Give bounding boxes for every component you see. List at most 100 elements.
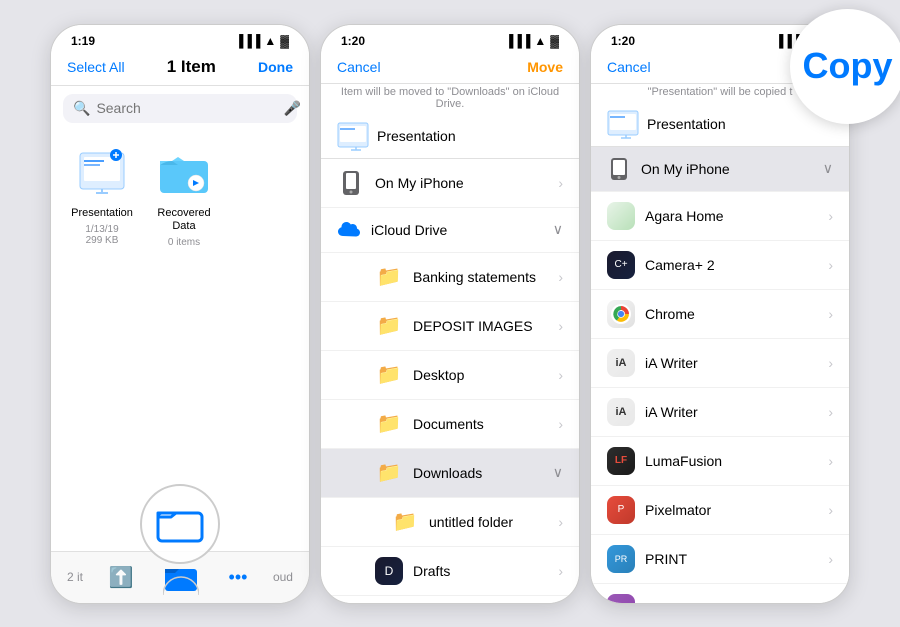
- signal-icon2: ▐▐▐: [505, 34, 531, 48]
- aqara-label: Agara Home: [645, 208, 828, 224]
- chevron-right-icon5: ›: [558, 416, 563, 432]
- ia2-row[interactable]: iA iA Writer ›: [591, 388, 849, 437]
- file-item-recovered[interactable]: RecoveredData 0 items: [149, 143, 219, 539]
- on-my-iphone-row[interactable]: On My iPhone ›: [321, 159, 579, 208]
- battery-icon2: ▓: [550, 34, 559, 48]
- cancel-button-3[interactable]: Cancel: [607, 59, 651, 75]
- downloads-row[interactable]: 📁 Downloads ∨: [321, 449, 579, 498]
- move-hint: Item will be moved to "Downloads" on iCl…: [321, 84, 579, 114]
- folder-untitled-icon: 📁: [391, 508, 419, 536]
- camera-icon: C+: [607, 251, 635, 279]
- phone3-file-name: Presentation: [647, 116, 726, 132]
- signal-icon: ▐▐▐: [235, 34, 261, 48]
- file-item-presentation[interactable]: Presentation 1/13/19299 KB: [67, 143, 137, 539]
- luma-label: LumaFusion: [645, 453, 828, 469]
- phone2-nav-bar: Cancel Move: [321, 53, 579, 84]
- untitled-folder-label: untitled folder: [429, 514, 558, 530]
- phone3-wrapper: 1:20 ▐▐▐ ▲ ▓ Cancel "Presentation" will …: [590, 24, 850, 604]
- cancel-button-2[interactable]: Cancel: [337, 59, 381, 75]
- battery-icon: ▓: [280, 34, 289, 48]
- deposit-row[interactable]: 📁 DEPOSIT IMAGES ›: [321, 302, 579, 351]
- wifi-icon2: ▲: [534, 34, 546, 48]
- on-my-iphone-section3[interactable]: On My iPhone ∨: [591, 147, 849, 192]
- banking-label: Banking statements: [413, 269, 558, 285]
- chevron-right-icon: ›: [558, 175, 563, 191]
- ia1-row[interactable]: iA iA Writer ›: [591, 339, 849, 388]
- pixelmator-label: Pixelmator: [645, 502, 828, 518]
- documents-row[interactable]: 📁 Documents ›: [321, 400, 579, 449]
- chevron-right-icon7: ›: [558, 563, 563, 579]
- folder-deposit-icon: 📁: [375, 312, 403, 340]
- share-icon[interactable]: ⬆️: [109, 565, 134, 590]
- presentation-filename: Presentation: [71, 207, 133, 220]
- luma-row[interactable]: LF LumaFusion ›: [591, 437, 849, 486]
- select-all-button[interactable]: Select All: [67, 59, 125, 75]
- iphone-icon-2: [337, 169, 365, 197]
- on-my-iphone-label3: On My iPhone: [641, 161, 823, 177]
- phone2: 1:20 ▐▐▐ ▲ ▓ Cancel Move Item will be mo…: [320, 24, 580, 604]
- rc-label: Reality Composer: [645, 600, 828, 603]
- rc-row[interactable]: RC Reality Composer ›: [591, 584, 849, 603]
- luma-icon: LF: [607, 447, 635, 475]
- drafts-row[interactable]: D Drafts ›: [321, 547, 579, 596]
- chevron-down-icon3: ∨: [823, 160, 833, 177]
- camera-label: Camera+ 2: [645, 257, 828, 273]
- iphone-icon3: [607, 157, 631, 181]
- rc-icon: RC: [607, 594, 635, 603]
- wifi-icon: ▲: [264, 34, 276, 48]
- chevron-down-icon: ∨: [553, 221, 563, 238]
- item-count-status: 2 it: [67, 570, 83, 584]
- more-icon[interactable]: •••: [229, 567, 248, 588]
- recovered-folder-icon: [154, 143, 214, 203]
- documents-label: Documents: [413, 416, 558, 432]
- aqara-row[interactable]: Agara Home ›: [591, 192, 849, 241]
- pixelmator-row[interactable]: P Pixelmator ›: [591, 486, 849, 535]
- phone2-file-name: Presentation: [377, 128, 456, 144]
- phone1-status-bar: 1:19 ▐▐▐ ▲ ▓: [51, 25, 309, 53]
- print-label: PRINT: [645, 551, 828, 567]
- move-button[interactable]: Move: [527, 59, 563, 75]
- search-bar: 🔍 🎤: [63, 94, 297, 123]
- icloud-drive-section[interactable]: iCloud Drive ∨: [321, 208, 579, 253]
- banking-row[interactable]: 📁 Banking statements ›: [321, 253, 579, 302]
- done-button[interactable]: Done: [258, 59, 293, 75]
- presentation-meta: 1/13/19299 KB: [85, 224, 118, 246]
- downloads-label: Downloads: [413, 465, 553, 481]
- chevron-right-p3-6: ›: [828, 453, 833, 469]
- deposit-label: DEPOSIT IMAGES: [413, 318, 558, 334]
- chevron-right-p3-9: ›: [828, 600, 833, 603]
- phone3-list: On My iPhone ∨ Agara Home › C+ Camera+ 2…: [591, 147, 849, 603]
- mic-icon: 🎤: [283, 100, 300, 117]
- phone1-time: 1:19: [71, 34, 95, 48]
- desktop-row[interactable]: 📁 Desktop ›: [321, 351, 579, 400]
- chevron-right-icon6: ›: [558, 514, 563, 530]
- search-input[interactable]: [96, 100, 277, 116]
- phone2-file-header: Presentation: [321, 114, 579, 159]
- phone2-time: 1:20: [341, 34, 365, 48]
- print-icon: PR: [607, 545, 635, 573]
- copy-badge-text: Copy: [803, 45, 893, 87]
- garageband-row[interactable]: G GarageBand for iOS ›: [321, 596, 579, 603]
- print-row[interactable]: PR PRINT ›: [591, 535, 849, 584]
- chrome-label: Chrome: [645, 306, 828, 322]
- chevron-right-p3-3: ›: [828, 306, 833, 322]
- ia1-label: iA Writer: [645, 355, 828, 371]
- icloud-icon: [337, 218, 361, 242]
- ia2-label: iA Writer: [645, 404, 828, 420]
- recovered-filename: RecoveredData: [157, 207, 210, 233]
- phone1-status-icons: ▐▐▐ ▲ ▓: [235, 34, 289, 48]
- pixelmator-icon: P: [607, 496, 635, 524]
- chrome-row[interactable]: Chrome ›: [591, 290, 849, 339]
- folder-downloads-icon: 📁: [375, 459, 403, 487]
- recovered-meta: 0 items: [168, 237, 200, 248]
- search-icon: 🔍: [73, 100, 90, 117]
- chevron-right-p3-1: ›: [828, 208, 833, 224]
- phone1-nav-bar: Select All 1 Item Done: [51, 53, 309, 86]
- aqara-icon: [607, 202, 635, 230]
- chevron-right-icon4: ›: [558, 367, 563, 383]
- item-count-label: 1 Item: [167, 57, 216, 77]
- cloud-status: oud: [273, 570, 293, 584]
- untitled-folder-row[interactable]: 📁 untitled folder ›: [321, 498, 579, 547]
- camera-row[interactable]: C+ Camera+ 2 ›: [591, 241, 849, 290]
- drafts-label: Drafts: [413, 563, 558, 579]
